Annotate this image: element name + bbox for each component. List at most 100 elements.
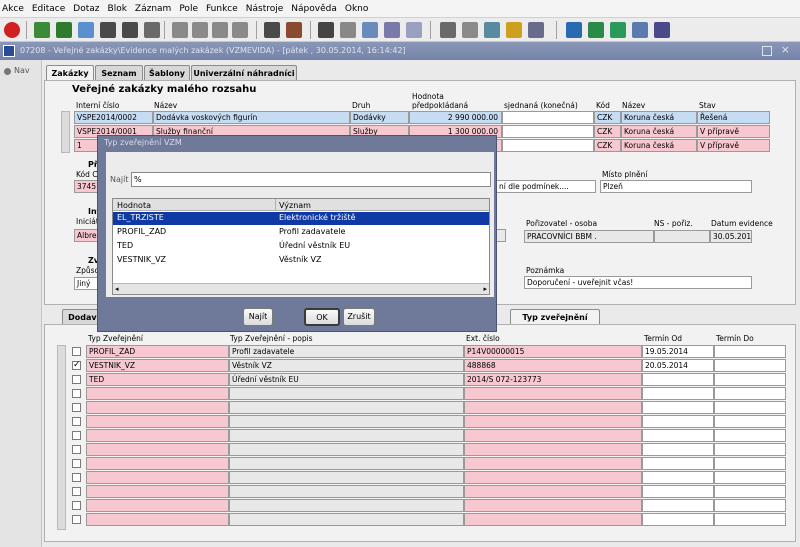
menu-dotaz[interactable]: Dotaz: [73, 4, 99, 14]
row-checkbox[interactable]: [72, 473, 81, 482]
enter-query-icon[interactable]: [100, 22, 116, 38]
empty-cell[interactable]: [714, 471, 786, 484]
paste-icon[interactable]: [362, 22, 378, 38]
empty-cell[interactable]: [642, 513, 714, 526]
empty-cell[interactable]: [642, 443, 714, 456]
menu-blok[interactable]: Blok: [108, 4, 127, 14]
empty-cell[interactable]: [714, 457, 786, 470]
previous-record-icon[interactable]: [192, 22, 208, 38]
empty-cell[interactable]: [464, 457, 642, 470]
empty-cell[interactable]: [86, 457, 229, 470]
ns-poriz-field[interactable]: [654, 230, 710, 243]
cell-popis[interactable]: Úřední věstník EU: [229, 373, 464, 386]
lov-row[interactable]: PROFIL_ZAD Profil zadavatele: [113, 226, 489, 239]
cell-do[interactable]: [714, 345, 786, 358]
nav-icon[interactable]: [4, 68, 11, 75]
cell-hodnota[interactable]: 2 990 000.00: [409, 111, 502, 124]
cell-ext[interactable]: 488868: [464, 359, 642, 372]
row-checkbox[interactable]: [72, 403, 81, 412]
empty-cell[interactable]: [464, 443, 642, 456]
row-checkbox[interactable]: [72, 501, 81, 510]
cell-mena[interactable]: Koruna česká: [621, 111, 697, 124]
row-checkbox[interactable]: [72, 515, 81, 524]
empty-cell[interactable]: [464, 485, 642, 498]
empty-cell[interactable]: [229, 485, 464, 498]
tab-univerzalni-nahradnici[interactable]: Univerzální náhradníci: [191, 65, 297, 81]
empty-cell[interactable]: [86, 429, 229, 442]
attach-icon[interactable]: [484, 22, 500, 38]
empty-cell[interactable]: [464, 415, 642, 428]
settings-icon[interactable]: [506, 22, 522, 38]
menu-akce[interactable]: Akce: [2, 4, 24, 14]
maximize-icon[interactable]: [762, 46, 772, 56]
edit-icon[interactable]: [384, 22, 400, 38]
empty-cell[interactable]: [714, 513, 786, 526]
row-checkbox[interactable]: [72, 431, 81, 440]
cell-druh[interactable]: Dodávky: [350, 111, 409, 124]
cell-typ[interactable]: VESTNIK_VZ: [86, 359, 229, 372]
row-checkbox[interactable]: [72, 347, 81, 356]
cut-icon[interactable]: [318, 22, 334, 38]
tab-sablony[interactable]: Šablony: [144, 65, 190, 81]
tab-zakazky[interactable]: Zakázky: [46, 65, 94, 81]
empty-cell[interactable]: [714, 499, 786, 512]
empty-cell[interactable]: [642, 429, 714, 442]
row-checkbox[interactable]: [72, 459, 81, 468]
empty-cell[interactable]: [642, 485, 714, 498]
misto-plneni-field[interactable]: Plzeň: [600, 180, 752, 193]
row-checkbox[interactable]: [72, 389, 81, 398]
empty-cell[interactable]: [714, 387, 786, 400]
scroll-left-icon[interactable]: ◂: [115, 285, 119, 293]
empty-cell[interactable]: [714, 429, 786, 442]
delete-record-icon[interactable]: [286, 22, 302, 38]
row-checkbox[interactable]: [72, 375, 81, 384]
cancel-query-icon[interactable]: [144, 22, 160, 38]
menu-pole[interactable]: Pole: [179, 4, 198, 14]
last-record-icon[interactable]: [232, 22, 248, 38]
tab-typ-zverejneni[interactable]: Typ zveřejnění: [510, 309, 600, 325]
cell-popis[interactable]: Věstník VZ: [229, 359, 464, 372]
empty-cell[interactable]: [464, 471, 642, 484]
empty-cell[interactable]: [714, 485, 786, 498]
cell-ext[interactable]: P14V00000015: [464, 345, 642, 358]
cell-kod[interactable]: CZK: [594, 139, 621, 152]
row-checkbox[interactable]: [72, 417, 81, 426]
cell-od[interactable]: 20.05.2014: [642, 359, 714, 372]
menu-funkce[interactable]: Funkce: [206, 4, 238, 14]
cell-ext[interactable]: 2014/S 072-123773: [464, 373, 642, 386]
dialog-cancel-button[interactable]: Zrušit: [343, 308, 375, 326]
empty-cell[interactable]: [86, 415, 229, 428]
empty-cell[interactable]: [86, 443, 229, 456]
empty-cell[interactable]: [464, 387, 642, 400]
porizovatel-field[interactable]: PRACOVNÍCI BBM .: [524, 230, 654, 243]
horizontal-scrollbar[interactable]: ◂ ▸: [113, 283, 489, 294]
bottom-grid-scrollbar[interactable]: [57, 345, 66, 530]
empty-cell[interactable]: [229, 471, 464, 484]
cell-stav[interactable]: V přípravě: [697, 125, 770, 138]
empty-cell[interactable]: [642, 499, 714, 512]
row-checkbox[interactable]: [72, 487, 81, 496]
help-icon[interactable]: [528, 22, 544, 38]
cell-stav[interactable]: Řešená: [697, 111, 770, 124]
empty-cell[interactable]: [86, 513, 229, 526]
excel-icon[interactable]: [588, 22, 604, 38]
word-icon[interactable]: [566, 22, 582, 38]
menu-zaznam[interactable]: Záznam: [135, 4, 171, 14]
empty-cell[interactable]: [642, 471, 714, 484]
list-icon[interactable]: [406, 22, 422, 38]
empty-cell[interactable]: [229, 513, 464, 526]
empty-cell[interactable]: [86, 471, 229, 484]
empty-cell[interactable]: [229, 457, 464, 470]
dialog-ok-button[interactable]: OK: [304, 308, 340, 326]
calculator-icon[interactable]: [440, 22, 456, 38]
row-checkbox-checked[interactable]: ✓: [72, 361, 81, 370]
upper-grid-scrollbar[interactable]: [61, 111, 70, 153]
datum-evidence-field[interactable]: 30.05.2014: [710, 230, 752, 243]
empty-cell[interactable]: [642, 415, 714, 428]
poznamka-field[interactable]: Doporučení - uveřejnit včas!: [524, 276, 752, 289]
lock-icon[interactable]: [462, 22, 478, 38]
cell-od[interactable]: 19.05.2014: [642, 345, 714, 358]
mail-icon[interactable]: [632, 22, 648, 38]
cell-typ[interactable]: PROFIL_ZAD: [86, 345, 229, 358]
cell-mena[interactable]: Koruna česká: [621, 139, 697, 152]
